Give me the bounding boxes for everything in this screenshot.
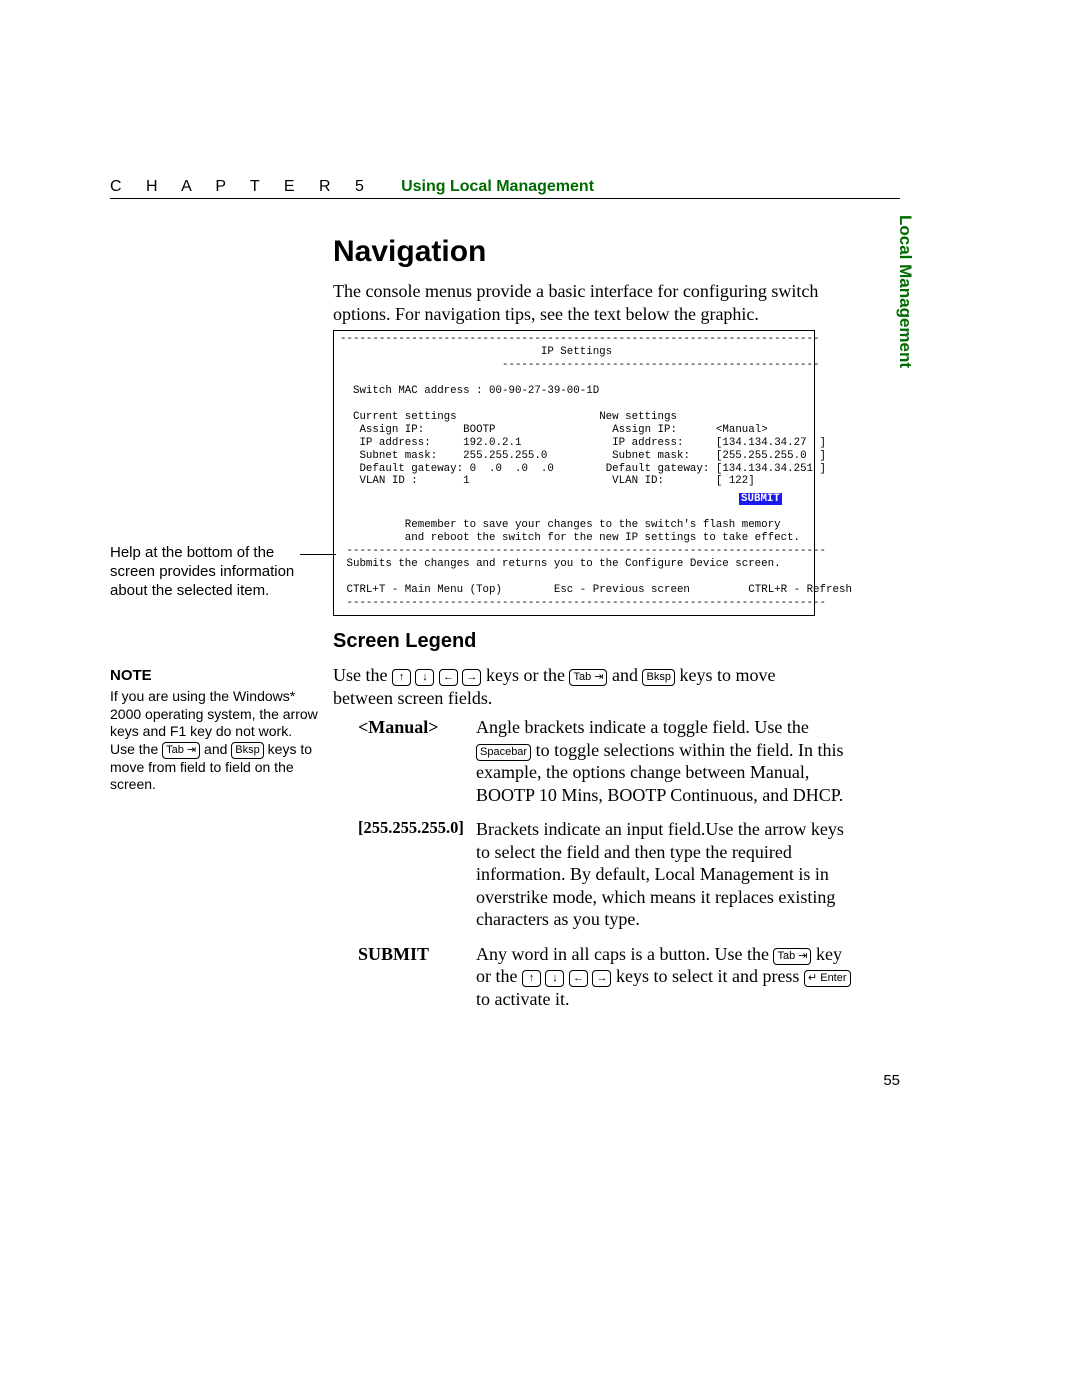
- callout-leader-line: [300, 554, 336, 555]
- spacebar-key-icon: Spacebar: [476, 744, 531, 761]
- footer-shortcut: Esc - Previous screen: [554, 584, 690, 596]
- hr-line: ----------------------------------------…: [340, 333, 819, 345]
- terminal-content-lower: Remember to save your changes to the swi…: [334, 506, 814, 610]
- chapter-title: Using Local Management: [401, 178, 594, 195]
- legend-term: <Manual>: [358, 716, 476, 739]
- left-key-icon: ←: [439, 669, 458, 686]
- help-text: Submits the changes and returns you to t…: [346, 558, 780, 570]
- page-number: 55: [883, 1072, 900, 1089]
- field-value: [ 122]: [716, 475, 755, 487]
- field-value: 192.0.2.1: [463, 437, 521, 449]
- right-key-icon: →: [592, 970, 611, 987]
- note-heading: NOTE: [110, 667, 152, 684]
- field-value: 255.255.255.0: [463, 450, 547, 462]
- field-label: Default gateway:: [359, 463, 463, 475]
- legend-definitions: <Manual> Angle brackets indicate a toggl…: [358, 716, 858, 1022]
- legend-text: to toggle selections within the field. I…: [476, 740, 844, 805]
- field-value: 1: [463, 475, 469, 487]
- bksp-key-icon: Bksp: [642, 669, 674, 686]
- enter-key-icon: ↵ Enter: [804, 970, 851, 987]
- bksp-key-icon: Bksp: [231, 742, 263, 759]
- section-side-tab: Local Management: [895, 215, 915, 368]
- legend-text: Any word in all caps is a button. Use th…: [476, 944, 773, 964]
- field-label: Default gateway:: [606, 463, 710, 475]
- new-settings-header: New settings: [599, 411, 677, 423]
- field-label: IP address:: [359, 437, 430, 449]
- down-key-icon: ↓: [545, 970, 564, 987]
- terminal-screenshot: ----------------------------------------…: [333, 330, 815, 616]
- legend-row-manual: <Manual> Angle brackets indicate a toggl…: [358, 716, 858, 806]
- note-text: and: [200, 741, 231, 757]
- tab-key-icon: Tab ⇥: [162, 742, 200, 759]
- field-value: [134.134.34.251 ]: [716, 463, 826, 475]
- right-key-icon: →: [462, 669, 481, 686]
- current-settings-header: Current settings: [353, 411, 457, 423]
- field-label: Assign IP:: [359, 424, 424, 436]
- hr-line: ----------------------------------------…: [502, 359, 819, 371]
- legend-text: keys to select it and press: [616, 966, 804, 986]
- section-heading: Screen Legend: [333, 630, 476, 653]
- chapter-header: C H A P T E R 5 Using Local Management: [110, 178, 900, 196]
- mac-label: Switch MAC address :: [353, 385, 483, 397]
- field-label: IP address:: [612, 437, 683, 449]
- legend-term: SUBMIT: [358, 943, 476, 966]
- terminal-content: ----------------------------------------…: [334, 333, 814, 488]
- legend-description: Any word in all caps is a button. Use th…: [476, 943, 858, 1011]
- legend-text: and: [612, 665, 643, 685]
- legend-text: Use the: [333, 665, 392, 685]
- field-label: Assign IP:: [612, 424, 677, 436]
- field-value: <Manual>: [716, 424, 768, 436]
- console-title: IP Settings: [541, 346, 612, 358]
- reminder-text: Remember to save your changes to the swi…: [405, 519, 781, 531]
- up-key-icon: ↑: [392, 669, 411, 686]
- field-label: Subnet mask:: [612, 450, 690, 462]
- legend-intro: Use the ↑ ↓ ← → keys or the Tab ⇥ and Bk…: [333, 664, 833, 709]
- field-label: VLAN ID :: [359, 475, 417, 487]
- note-body: If you are using the Windows* 2000 opera…: [110, 688, 320, 794]
- legend-row-submit: SUBMIT Any word in all caps is a button.…: [358, 943, 858, 1011]
- mac-value: 00-90-27-39-00-1D: [489, 385, 599, 397]
- reminder-text: and reboot the switch for the new IP set…: [405, 532, 800, 544]
- field-label: Subnet mask:: [359, 450, 437, 462]
- field-label: VLAN ID:: [612, 475, 664, 487]
- header-divider: [110, 198, 900, 199]
- tab-key-icon: Tab ⇥: [773, 948, 811, 965]
- left-key-icon: ←: [569, 970, 588, 987]
- document-page: C H A P T E R 5 Using Local Management L…: [0, 0, 1080, 1397]
- legend-text: Brackets indicate an input field.Use the…: [476, 819, 844, 929]
- margin-callout: Help at the bottom of the screen provide…: [110, 544, 300, 600]
- hr-line: ----------------------------------------…: [346, 597, 825, 609]
- field-value: BOOTP: [463, 424, 495, 436]
- tab-key-icon: Tab ⇥: [569, 669, 607, 686]
- legend-text: Angle brackets indicate a toggle field. …: [476, 717, 809, 737]
- legend-row-brackets: [255.255.255.0] Brackets indicate an inp…: [358, 818, 858, 931]
- footer-shortcut: CTRL+R - Refresh: [748, 584, 852, 596]
- hr-line: ----------------------------------------…: [346, 545, 825, 557]
- field-value: [255.255.255.0 ]: [716, 450, 826, 462]
- legend-description: Brackets indicate an input field.Use the…: [476, 818, 858, 931]
- intro-paragraph: The console menus provide a basic interf…: [333, 280, 838, 325]
- chapter-label: C H A P T E R 5: [110, 178, 374, 195]
- field-value: [134.134.34.27 ]: [716, 437, 826, 449]
- footer-shortcut: CTRL+T - Main Menu (Top): [346, 584, 502, 596]
- legend-text: to activate it.: [476, 989, 569, 1009]
- down-key-icon: ↓: [415, 669, 434, 686]
- field-value: 0 .0 .0 .0: [470, 463, 554, 475]
- legend-text: keys or the: [486, 665, 569, 685]
- page-title: Navigation: [333, 235, 486, 269]
- legend-term: [255.255.255.0]: [358, 818, 476, 839]
- up-key-icon: ↑: [522, 970, 541, 987]
- submit-button[interactable]: SUBMIT: [739, 493, 782, 505]
- legend-description: Angle brackets indicate a toggle field. …: [476, 716, 858, 806]
